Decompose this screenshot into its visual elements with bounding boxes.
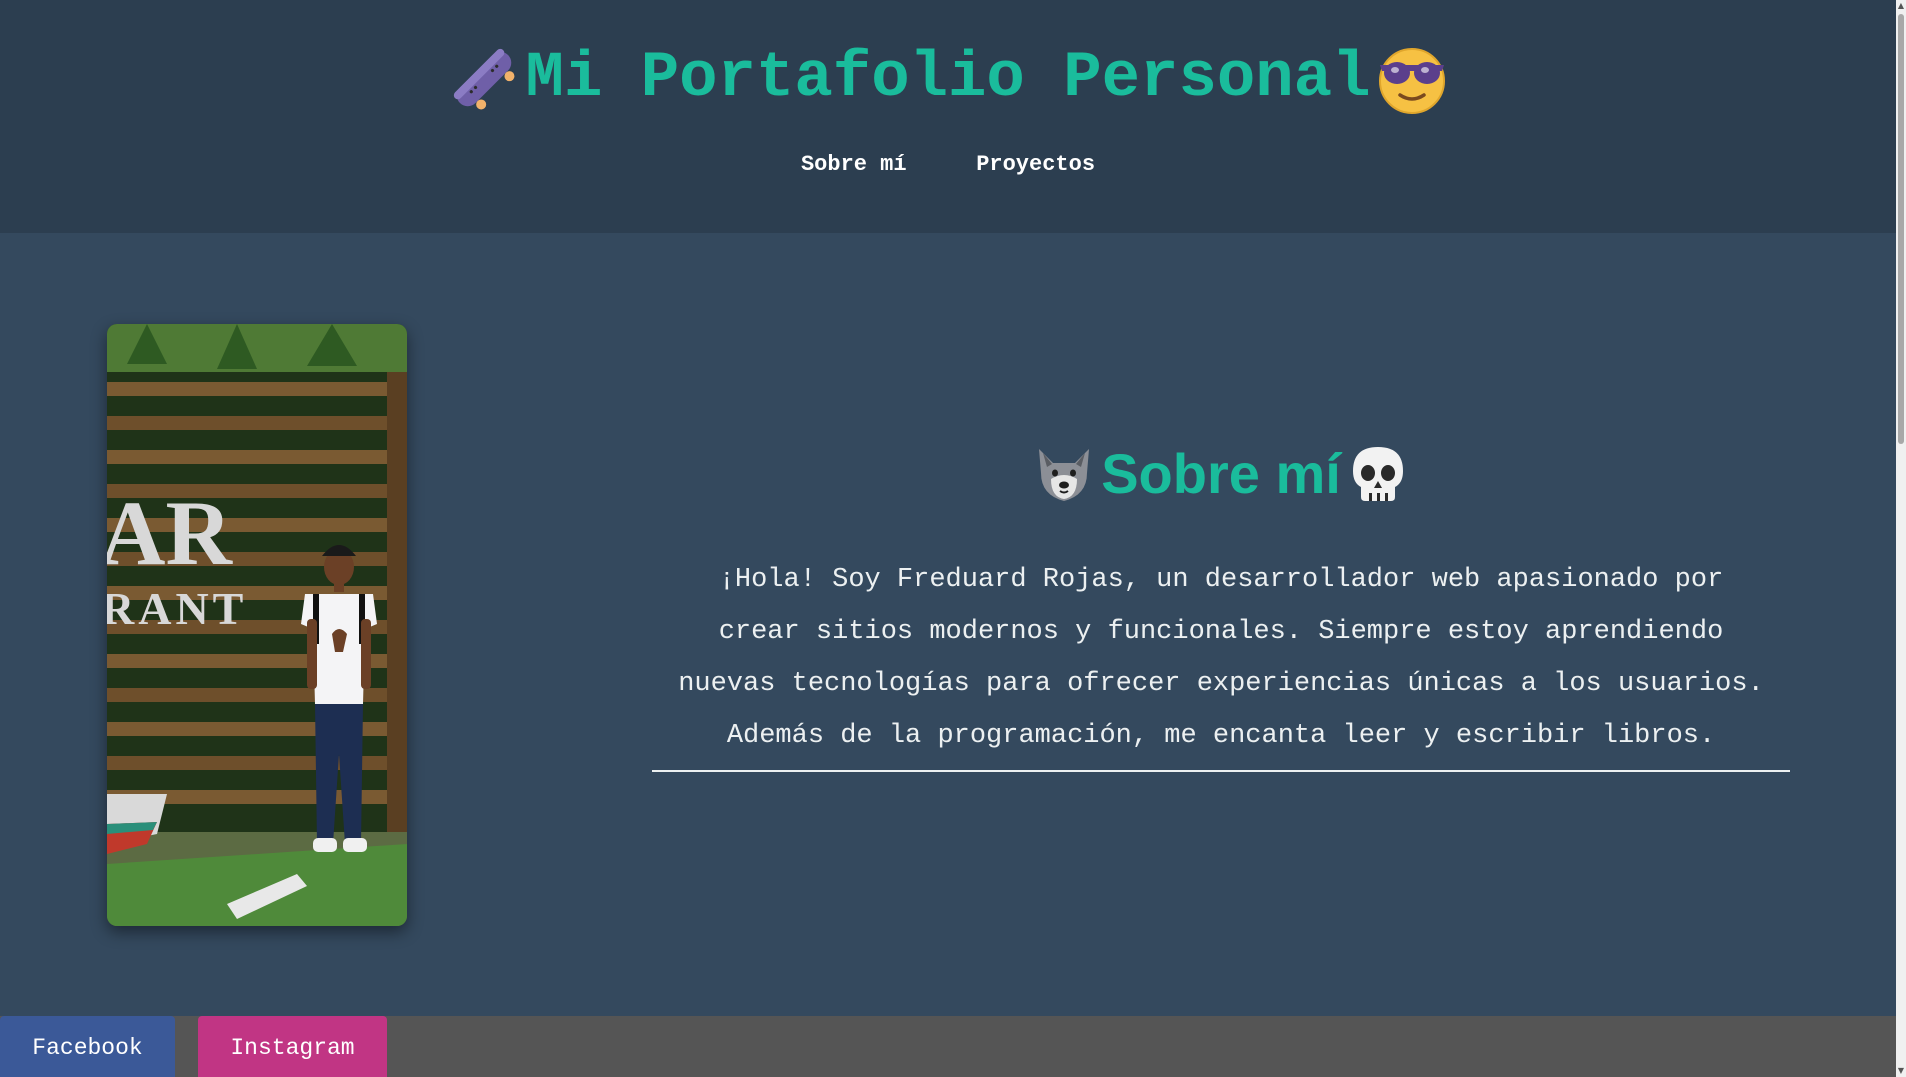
sign-subtext: RANT <box>107 583 247 634</box>
about-heading: Sobre mí <box>652 430 1790 514</box>
instagram-link[interactable]: Instagram <box>198 1016 387 1077</box>
site-title: Mi Portafolio Personal <box>0 36 1896 123</box>
wolf-icon <box>1033 443 1095 505</box>
sign-letters: AR <box>107 482 233 584</box>
scroll-up-icon[interactable]: ▲ <box>1896 0 1906 12</box>
site-title-text: Mi Portafolio Personal <box>525 43 1371 115</box>
about-heading-text: Sobre mí <box>1101 442 1341 506</box>
about-divider <box>652 770 1790 773</box>
profile-photo: AR RANT <box>107 324 407 926</box>
nav-link-proyectos[interactable]: Proyectos <box>976 152 1095 177</box>
site-header: Mi Portafolio Personal Sobre mí Proyecto… <box>0 0 1896 233</box>
nav-link-sobre-mi[interactable]: Sobre mí <box>801 152 907 177</box>
about-paragraph: ¡Hola! Soy Freduard Rojas, un desarrolla… <box>678 565 1764 752</box>
skateboard-icon <box>448 43 520 115</box>
facebook-link[interactable]: Facebook <box>0 1016 175 1077</box>
skull-icon <box>1347 443 1409 505</box>
scroll-down-icon[interactable]: ▼ <box>1896 1065 1906 1077</box>
sunglasses-face-icon <box>1376 43 1448 115</box>
scrollbar-thumb[interactable] <box>1898 14 1904 444</box>
main-nav: Sobre mí Proyectos <box>0 152 1896 177</box>
site-footer: Facebook Instagram <box>0 1016 1896 1077</box>
about-section: Sobre mí ¡Hola! Soy Freduard Rojas, un d… <box>652 430 1790 773</box>
vertical-scrollbar[interactable]: ▲ ▼ <box>1896 0 1906 1077</box>
